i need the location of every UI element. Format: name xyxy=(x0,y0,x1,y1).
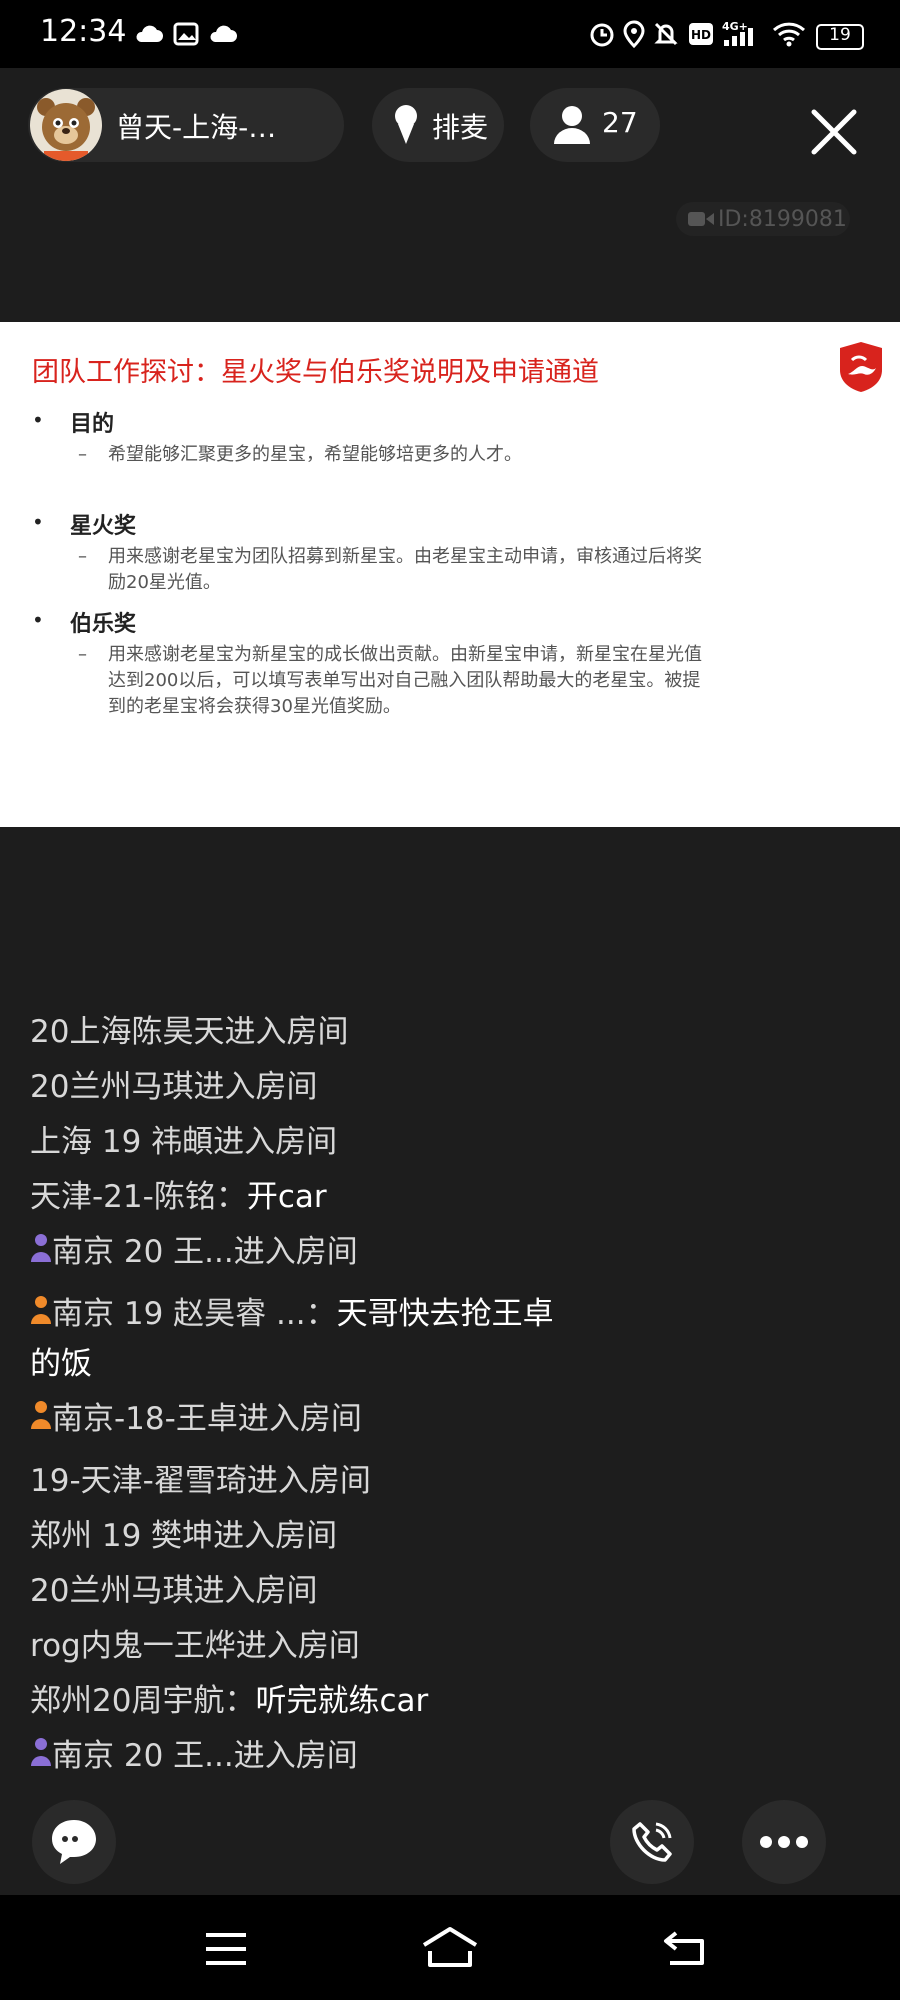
user-avatar-orange-icon xyxy=(31,1296,51,1324)
wifi-icon xyxy=(772,22,806,47)
signal-icon: 4G+ xyxy=(722,20,753,46)
hd-icon: HD xyxy=(689,23,713,45)
section-line: 励20星光值。 xyxy=(108,572,221,593)
alarm-icon xyxy=(590,23,614,47)
user-avatar-purple-icon xyxy=(31,1234,51,1262)
chat-item: 20兰州马琪进入房间 xyxy=(30,1061,317,1106)
chat-text: 南京-18-王卓进入房间 xyxy=(52,1401,362,1437)
chat-text: 南京 20 王...进入房间 xyxy=(52,1234,358,1270)
section-line: 到的老星宝将会获得30星光值奖励。 xyxy=(108,696,401,717)
slide-title: 团队工作探讨：星火奖与伯乐奖说明及申请通道 xyxy=(32,357,599,388)
chat-item: 南京-18-王卓进入房间 xyxy=(30,1393,362,1438)
section-text: 用来感谢老星宝为新星宝的成长做出贡献。由新星宝申请，新星宝在星光值 达到200以… xyxy=(108,642,868,720)
video-camera-icon xyxy=(688,212,714,226)
section-line: 达到200以后，可以填写表单写出对自己融入团队帮助最大的老星宝。被提 xyxy=(108,670,701,691)
audience-button[interactable]: 27 xyxy=(530,88,660,162)
section-text: 希望能够汇聚更多的星宝，希望能够培更多的人才。 xyxy=(108,442,868,468)
chat-item: 上海 19 祎頔进入房间 xyxy=(30,1116,337,1161)
audience-count: 27 xyxy=(602,106,638,139)
chat-text: 郑州 19 樊坤进入房间 xyxy=(30,1518,338,1554)
svg-text:HD: HD xyxy=(691,28,711,42)
status-bar: 12:34 HD 4G+ 19 xyxy=(0,0,900,68)
chat-text: 南京 20 王...进入房间 xyxy=(52,1738,358,1774)
mute-icon xyxy=(654,22,678,46)
section-heading-spark-award: 星火奖 xyxy=(70,514,137,539)
chat-message: 听完就练car xyxy=(255,1683,429,1719)
section-heading-purpose: 目的 xyxy=(70,412,115,437)
chat-item: 19-天津-翟雪琦进入房间 xyxy=(30,1455,371,1500)
bullet: • xyxy=(32,608,44,632)
close-icon[interactable] xyxy=(806,104,862,160)
bear-avatar-icon xyxy=(37,98,95,161)
location-icon xyxy=(623,20,645,48)
chat-item: rog内鬼一王烨进入房间 xyxy=(30,1620,360,1665)
user-avatar-purple-icon xyxy=(31,1738,51,1766)
cloud-icon xyxy=(136,25,163,42)
bullet: • xyxy=(32,408,44,432)
image-icon xyxy=(173,22,199,46)
chat-item: 南京 19 赵昊睿 ...：天哥快去抢王卓 xyxy=(30,1288,554,1333)
chat-sender: 天津-21-陈铭： xyxy=(30,1179,247,1215)
chat-text: 上海 19 祎頔进入房间 xyxy=(30,1124,338,1160)
chat-text: 20上海陈昊天进入房间 xyxy=(30,1014,349,1050)
chat-sender: 南京 19 赵昊睿 ...： xyxy=(52,1296,337,1332)
chat-message: 天哥快去抢王卓 xyxy=(336,1296,554,1332)
chat-item: 南京 20 王...进入房间 xyxy=(30,1730,358,1775)
battery-icon: 19 xyxy=(816,24,864,50)
cloud-icon xyxy=(210,25,237,42)
chat-text: 20兰州马琪进入房间 xyxy=(30,1069,318,1105)
chat-item: 20上海陈昊天进入房间 xyxy=(30,1006,348,1051)
person-icon xyxy=(554,106,590,144)
chat-message-continued: 的饭 xyxy=(30,1346,92,1382)
more-icon xyxy=(760,1836,808,1848)
section-text: 用来感谢老星宝为团队招募到新星宝。由老星宝主动申请，审核通过后将奖 励20星光值… xyxy=(108,544,868,596)
voice-call-button[interactable] xyxy=(610,1800,694,1884)
section-line: 用来感谢老星宝为新星宝的成长做出贡献。由新星宝申请，新星宝在星光值 xyxy=(108,644,702,665)
clock: 12:34 xyxy=(40,14,127,49)
host-pill[interactable]: 曾天-上海-… xyxy=(28,88,344,162)
host-avatar[interactable] xyxy=(30,89,102,161)
message-bubble-icon xyxy=(52,1820,96,1864)
phone-icon xyxy=(632,1822,672,1862)
chat-item: 天津-21-陈铭：开car xyxy=(30,1171,327,1216)
mic-queue-button[interactable]: 排麦 xyxy=(372,88,504,162)
chat-item: 20兰州马琪进入房间 xyxy=(30,1565,317,1610)
msi-dragon-logo-icon xyxy=(840,342,882,392)
dash: – xyxy=(78,546,87,567)
host-name: 曾天-上海-… xyxy=(116,111,277,144)
dash: – xyxy=(78,644,87,665)
system-nav-bar xyxy=(0,1895,900,2000)
chat-item: 南京 20 王...进入房间 xyxy=(30,1226,358,1271)
home-icon[interactable] xyxy=(420,1925,480,1967)
chat-text: 20兰州马琪进入房间 xyxy=(30,1573,318,1609)
room-id-badge: ID:8199081 xyxy=(676,202,850,236)
chat-input-button[interactable] xyxy=(32,1800,116,1884)
chat-text: rog内鬼一王烨进入房间 xyxy=(30,1628,360,1664)
room-header: 曾天-上海-… 排麦 27 ID:8199081 xyxy=(0,68,900,308)
section-heading-bole-award: 伯乐奖 xyxy=(70,612,137,637)
dash: – xyxy=(78,444,87,465)
microphone-icon xyxy=(395,105,417,144)
shared-slide: 团队工作探讨：星火奖与伯乐奖说明及申请通道 • 目的 – 希望能够汇聚更多的星宝… xyxy=(0,322,900,827)
back-icon[interactable] xyxy=(662,1929,708,1967)
chat-message: 开car xyxy=(246,1179,327,1215)
more-options-button[interactable] xyxy=(742,1800,826,1884)
user-avatar-orange-icon xyxy=(31,1401,51,1429)
section-line: 用来感谢老星宝为团队招募到新星宝。由老星宝主动申请，审核通过后将奖 xyxy=(108,546,702,567)
chat-sender: 郑州20周宇航： xyxy=(30,1683,256,1719)
menu-icon[interactable] xyxy=(204,1931,248,1967)
mic-queue-label: 排麦 xyxy=(432,111,489,144)
room-id-text: ID:8199081 xyxy=(718,207,847,232)
bullet: • xyxy=(32,510,44,534)
chat-item: 郑州 19 樊坤进入房间 xyxy=(30,1510,337,1555)
chat-item: 郑州20周宇航：听完就练car xyxy=(30,1675,428,1720)
chat-text: 19-天津-翟雪琦进入房间 xyxy=(30,1463,371,1499)
battery-level: 19 xyxy=(829,25,851,45)
network-type: 4G+ xyxy=(722,20,748,33)
section-line: 希望能够汇聚更多的星宝，希望能够培更多的人才。 xyxy=(108,444,522,465)
